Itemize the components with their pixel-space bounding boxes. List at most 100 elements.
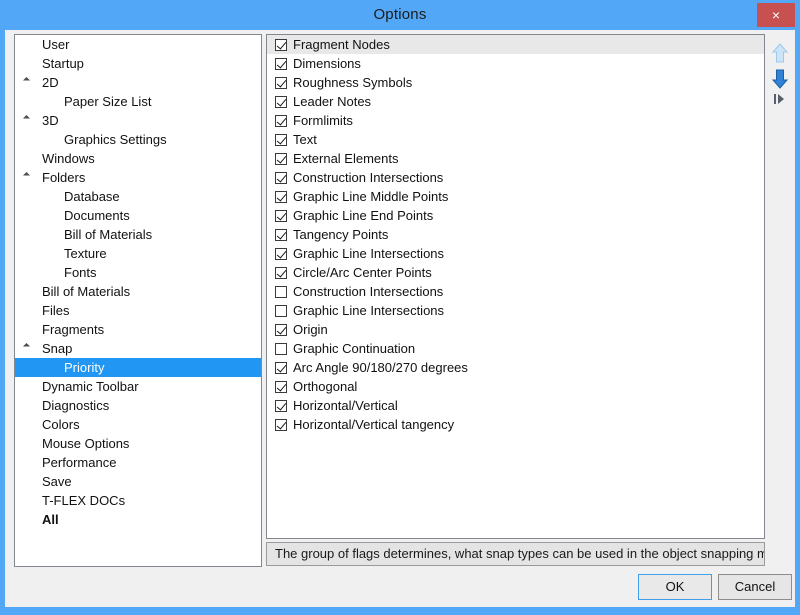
checklist-row[interactable]: External Elements	[267, 149, 764, 168]
window-title: Options	[0, 0, 800, 30]
tree-item-bill-of-materials[interactable]: Bill of Materials	[15, 225, 261, 244]
checkbox-checked-icon[interactable]	[275, 58, 287, 70]
checklist-row[interactable]: Dimensions	[267, 54, 764, 73]
checklist-row[interactable]: Roughness Symbols	[267, 73, 764, 92]
checkbox-checked-icon[interactable]	[275, 210, 287, 222]
cancel-button[interactable]: Cancel	[718, 574, 792, 600]
tree-item-colors[interactable]: Colors	[15, 415, 261, 434]
checklist-row[interactable]: Construction Intersections	[267, 168, 764, 187]
tree-item-windows[interactable]: Windows	[15, 149, 261, 168]
checklist-row[interactable]: Arc Angle 90/180/270 degrees	[267, 358, 764, 377]
checklist-row[interactable]: Graphic Continuation	[267, 339, 764, 358]
checklist-row[interactable]: Graphic Line End Points	[267, 206, 764, 225]
tree-item-folders[interactable]: Folders	[15, 168, 261, 187]
checklist-row[interactable]: Origin	[267, 320, 764, 339]
tree-item-label: All	[19, 510, 59, 529]
tree-item-texture[interactable]: Texture	[15, 244, 261, 263]
checkbox-checked-icon[interactable]	[275, 267, 287, 279]
tree-item-graphics-settings[interactable]: Graphics Settings	[15, 130, 261, 149]
checklist-item-label: Tangency Points	[293, 225, 388, 244]
tree-item-performance[interactable]: Performance	[15, 453, 261, 472]
tree-item-label: Bill of Materials	[19, 282, 130, 301]
checkbox-checked-icon[interactable]	[275, 96, 287, 108]
checkbox-checked-icon[interactable]	[275, 153, 287, 165]
close-icon[interactable]: ×	[757, 3, 795, 27]
checkbox-checked-icon[interactable]	[275, 191, 287, 203]
checklist-item-label: Formlimits	[293, 111, 353, 130]
tree-item-bill-of-materials[interactable]: Bill of Materials	[15, 282, 261, 301]
checkbox-unchecked-icon[interactable]	[275, 343, 287, 355]
tree-item-paper-size-list[interactable]: Paper Size List	[15, 92, 261, 111]
checklist-item-label: Orthogonal	[293, 377, 357, 396]
checkbox-unchecked-icon[interactable]	[275, 286, 287, 298]
tree-item-label: Save	[19, 472, 72, 491]
tree-item-startup[interactable]: Startup	[15, 54, 261, 73]
checklist-row[interactable]: Construction Intersections	[267, 282, 764, 301]
checklist-row[interactable]: Text	[267, 130, 764, 149]
tree-item-dynamic-toolbar[interactable]: Dynamic Toolbar	[15, 377, 261, 396]
checklist-row[interactable]: Horizontal/Vertical	[267, 396, 764, 415]
tree-item-3d[interactable]: 3D	[15, 111, 261, 130]
tree-item-label: Paper Size List	[19, 92, 151, 111]
checkbox-checked-icon[interactable]	[275, 324, 287, 336]
checkbox-unchecked-icon[interactable]	[275, 305, 287, 317]
tree-item-all[interactable]: All	[15, 510, 261, 529]
checklist-item-label: Origin	[293, 320, 328, 339]
checklist-item-label: Leader Notes	[293, 92, 371, 111]
checklist-row[interactable]: Graphic Line Intersections	[267, 301, 764, 320]
tree-item-t-flex-docs[interactable]: T-FLEX DOCs	[15, 491, 261, 510]
titlebar: Options ×	[0, 0, 800, 30]
checkbox-checked-icon[interactable]	[275, 229, 287, 241]
settings-tree[interactable]: UserStartup2DPaper Size List3DGraphics S…	[14, 34, 262, 567]
dialog-button-bar: OK Cancel	[5, 571, 795, 607]
checkbox-checked-icon[interactable]	[275, 248, 287, 260]
tree-item-2d[interactable]: 2D	[15, 73, 261, 92]
tree-item-priority[interactable]: Priority	[15, 358, 261, 377]
checklist-row[interactable]: Graphic Line Intersections	[267, 244, 764, 263]
checklist-row[interactable]: Tangency Points	[267, 225, 764, 244]
checklist-item-label: Construction Intersections	[293, 168, 443, 187]
checklist-item-label: Horizontal/Vertical	[293, 396, 398, 415]
tree-item-label: Bill of Materials	[19, 225, 152, 244]
checklist-item-label: Graphic Line Middle Points	[293, 187, 448, 206]
ok-button[interactable]: OK	[638, 574, 712, 600]
tree-item-files[interactable]: Files	[15, 301, 261, 320]
tree-item-diagnostics[interactable]: Diagnostics	[15, 396, 261, 415]
tree-item-fonts[interactable]: Fonts	[15, 263, 261, 282]
checkbox-checked-icon[interactable]	[275, 77, 287, 89]
checkbox-checked-icon[interactable]	[275, 419, 287, 431]
tree-item-label: Priority	[19, 358, 104, 377]
tree-item-database[interactable]: Database	[15, 187, 261, 206]
arrow-up-icon	[772, 43, 788, 63]
tree-item-fragments[interactable]: Fragments	[15, 320, 261, 339]
checklist-row[interactable]: Fragment Nodes	[267, 35, 764, 54]
checklist-row[interactable]: Formlimits	[267, 111, 764, 130]
checklist-row[interactable]: Graphic Line Middle Points	[267, 187, 764, 206]
tree-item-label: Graphics Settings	[19, 130, 167, 149]
tree-item-user[interactable]: User	[15, 35, 261, 54]
move-marker-button[interactable]	[770, 92, 790, 106]
checklist-row[interactable]: Circle/Arc Center Points	[267, 263, 764, 282]
tree-item-label: User	[19, 35, 69, 54]
checklist-row[interactable]: Leader Notes	[267, 92, 764, 111]
tree-item-label: Folders	[19, 168, 85, 187]
checkbox-checked-icon[interactable]	[275, 134, 287, 146]
options-dialog-window: Options × UserStartup2DPaper Size List3D…	[0, 0, 800, 615]
checkbox-checked-icon[interactable]	[275, 115, 287, 127]
checklist-row[interactable]: Horizontal/Vertical tangency	[267, 415, 764, 434]
checkbox-checked-icon[interactable]	[275, 172, 287, 184]
checkbox-checked-icon[interactable]	[275, 400, 287, 412]
checkbox-checked-icon[interactable]	[275, 381, 287, 393]
move-down-button[interactable]	[768, 66, 792, 92]
checkbox-checked-icon[interactable]	[275, 362, 287, 374]
move-up-button[interactable]	[768, 40, 792, 66]
tree-item-save[interactable]: Save	[15, 472, 261, 491]
tree-item-mouse-options[interactable]: Mouse Options	[15, 434, 261, 453]
checklist-row[interactable]: Orthogonal	[267, 377, 764, 396]
move-marker-icon	[770, 92, 790, 106]
tree-item-snap[interactable]: Snap	[15, 339, 261, 358]
checkbox-checked-icon[interactable]	[275, 39, 287, 51]
tree-item-documents[interactable]: Documents	[15, 206, 261, 225]
reorder-toolbar	[768, 34, 792, 134]
snap-priority-list[interactable]: Fragment NodesDimensionsRoughness Symbol…	[266, 34, 765, 539]
